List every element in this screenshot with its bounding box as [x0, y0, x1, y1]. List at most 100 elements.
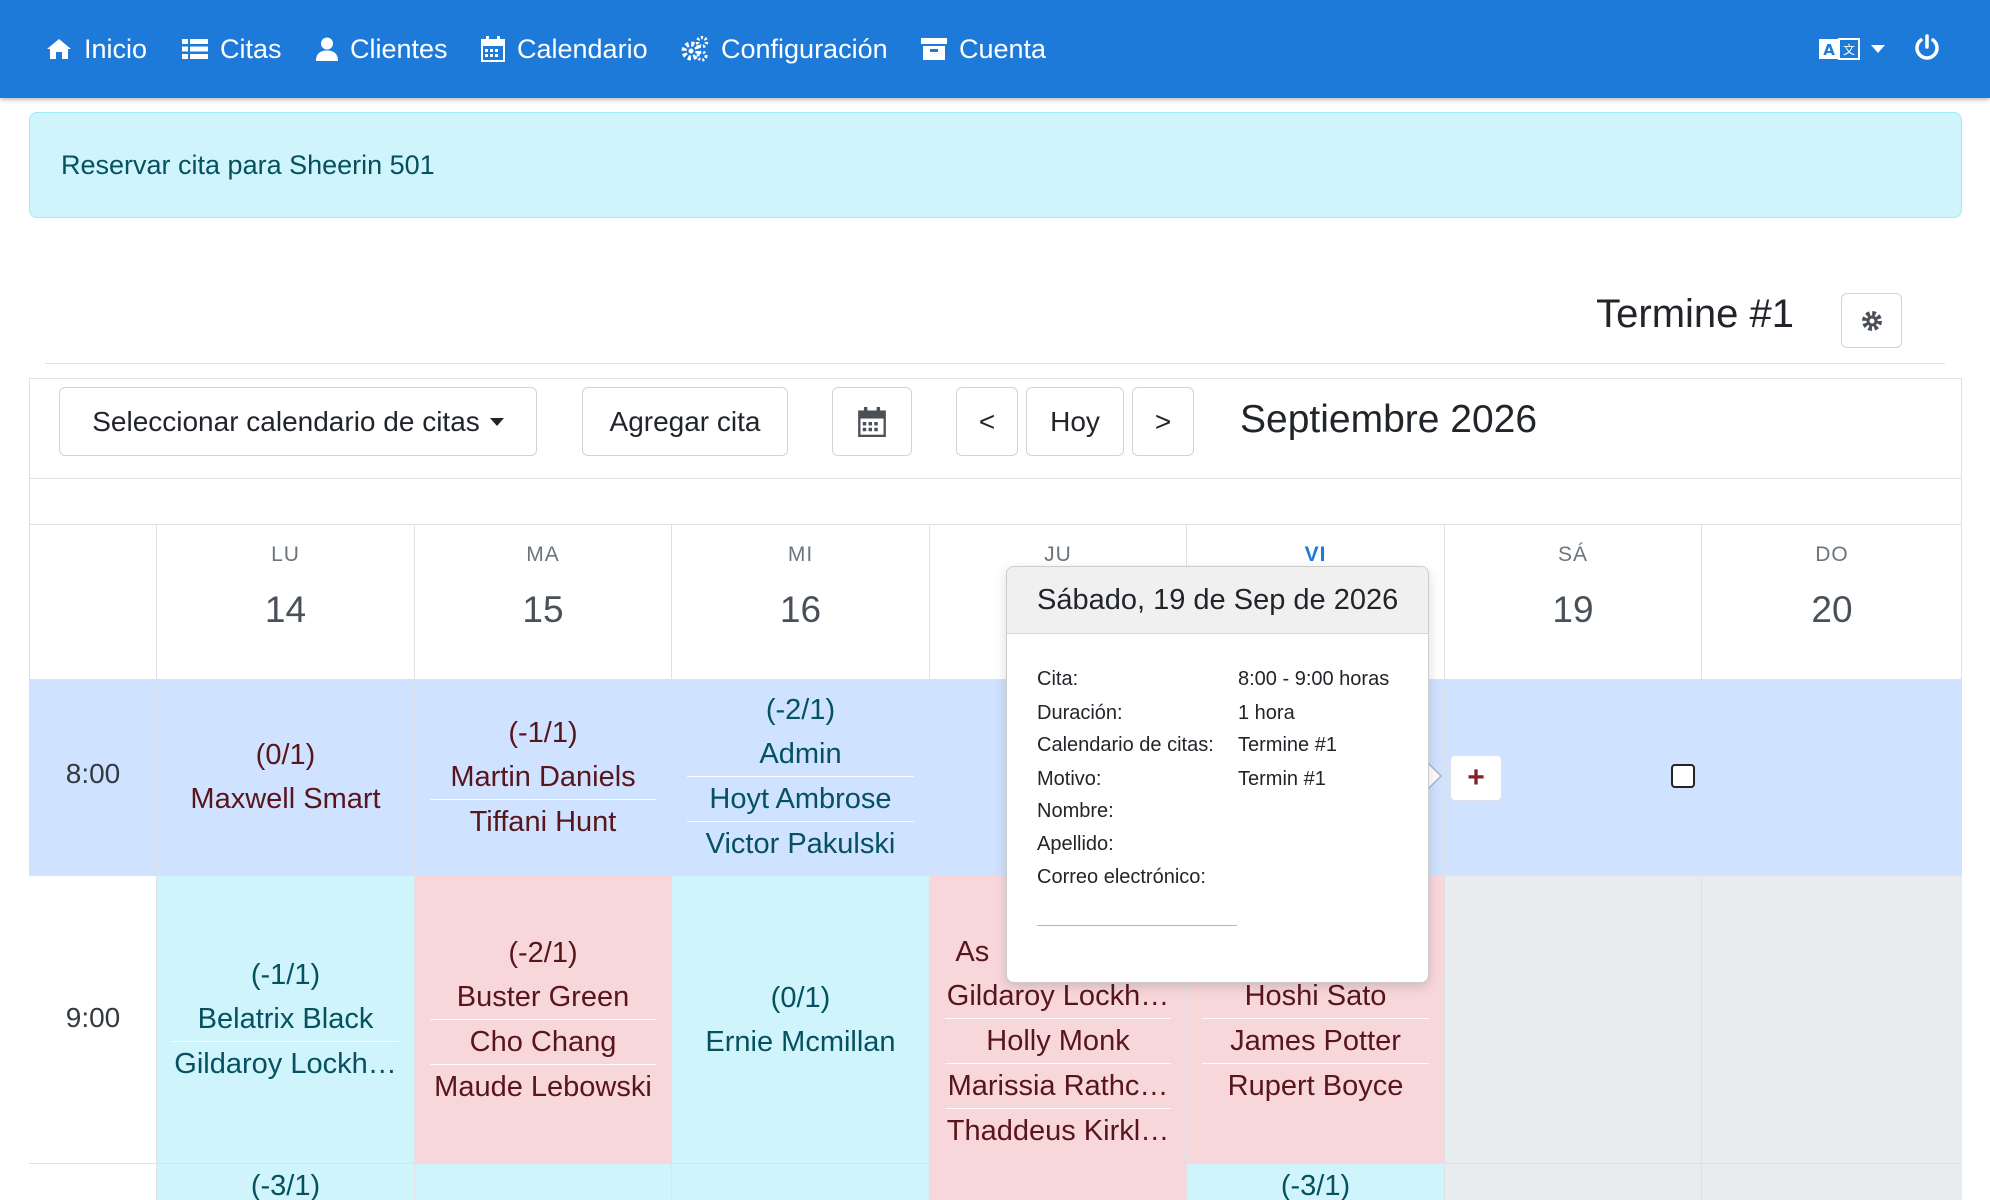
user-icon: [316, 37, 338, 61]
appointment-name[interactable]: Buster Green: [430, 975, 655, 1019]
archive-icon: [921, 38, 947, 60]
slot-lu-10[interactable]: (-3/1): [157, 1164, 415, 1200]
power-icon: [1915, 34, 1939, 60]
popover-label-cita: Cita:: [1037, 668, 1079, 690]
day-header-lu[interactable]: LU 14: [157, 525, 415, 679]
appointment-popover: Sábado, 19 de Sep de 2026 Cita: 8:00 - 9…: [1006, 566, 1429, 983]
chevron-down-icon: [489, 417, 504, 426]
appointment-name[interactable]: Hoyt Ambrose: [687, 776, 914, 821]
slot-ju-10[interactable]: [930, 1164, 1187, 1200]
appointment-name[interactable]: Cho Chang: [430, 1018, 656, 1064]
slot-ma-9[interactable]: (-2/1) Buster Green Cho Chang Maude Lebo…: [415, 876, 672, 1163]
appointment-name[interactable]: Tiffani Hunt: [430, 798, 656, 844]
calendar-title: Termine #1: [1596, 292, 1794, 336]
slot-do-8[interactable]: [1702, 679, 1962, 875]
day-header-dow: JU: [1044, 543, 1072, 566]
add-appointment-button[interactable]: Agregar cita: [582, 387, 788, 456]
slot-mi-8[interactable]: (-2/1) Admin Hoyt Ambrose Victor Pakulsk…: [672, 679, 930, 875]
time-slot-cell: [29, 1164, 157, 1200]
slot-vi-10[interactable]: (-3/1): [1187, 1164, 1445, 1200]
nav-calendario-label: Calendario: [517, 33, 648, 64]
prev-button[interactable]: <: [956, 387, 1018, 456]
language-dropdown[interactable]: A文: [1819, 36, 1885, 62]
slot-count: (0/1): [255, 739, 316, 771]
appointment-name[interactable]: Maxwell Smart: [172, 777, 398, 821]
list-icon: [182, 39, 208, 59]
day-header-num: 16: [779, 589, 822, 630]
slot-ma-10[interactable]: [415, 1164, 672, 1200]
prev-label: <: [978, 405, 996, 437]
nav-clientes[interactable]: Clientes: [316, 0, 448, 98]
slot-count: (-1/1): [250, 959, 321, 991]
slot-do-9: [1702, 876, 1962, 1163]
appointment-name[interactable]: Maude Lebowski: [430, 1063, 656, 1109]
popover-value-calendario: Termine #1: [1238, 734, 1337, 756]
nav-cuenta[interactable]: Cuenta: [921, 0, 1046, 98]
slot-checkbox[interactable]: [1671, 764, 1695, 788]
slot-ma-8[interactable]: (-1/1) Martin Daniels Tiffani Hunt: [415, 679, 672, 875]
next-button[interactable]: >: [1132, 387, 1194, 456]
divider: [45, 363, 1945, 364]
gear-icon: [1861, 310, 1882, 331]
day-header-sa[interactable]: SÁ 19: [1445, 525, 1702, 679]
day-header-do[interactable]: DO 20: [1702, 525, 1962, 679]
appointment-name[interactable]: Thaddeus Kirkl…: [945, 1108, 1171, 1153]
slot-mi-10[interactable]: [672, 1164, 930, 1200]
popover-label-motivo: Motivo:: [1037, 768, 1102, 790]
slot-count: (0/1): [770, 981, 831, 1014]
popover-value-cita: 8:00 - 9:00 horas: [1238, 668, 1390, 690]
nav-clientes-label: Clientes: [350, 33, 448, 64]
nav-configuracion[interactable]: Configuración: [681, 0, 888, 98]
popover-label-apellido: Apellido:: [1037, 833, 1114, 855]
nav-inicio-label: Inicio: [84, 33, 148, 64]
appointment-name[interactable]: Admin: [687, 732, 913, 776]
month-label: Septiembre 2026: [1240, 398, 1538, 441]
appointment-name[interactable]: Gildaroy Lockh…: [172, 1041, 399, 1086]
all-day-row: [29, 478, 1962, 525]
slot-do-10: [1702, 1164, 1962, 1200]
nav-citas[interactable]: Citas: [182, 0, 282, 98]
popover-label-correo: Correo electrónico:: [1037, 866, 1206, 888]
select-calendar-label: Seleccionar calendario de citas: [92, 405, 480, 437]
popover-label-nombre: Nombre:: [1037, 800, 1114, 822]
add-appointment-label: Agregar cita: [609, 405, 761, 437]
day-header-dow: VI: [1304, 543, 1327, 566]
day-header-num: 15: [522, 589, 564, 630]
slot-lu-8[interactable]: (0/1) Maxwell Smart: [157, 679, 415, 875]
appointment-name[interactable]: James Potter: [1202, 1018, 1429, 1063]
select-calendar-dropdown[interactable]: Seleccionar calendario de citas: [59, 387, 537, 456]
today-label: Hoy: [1050, 405, 1100, 437]
day-header-dow: MA: [526, 543, 560, 566]
slot-lu-9[interactable]: (-1/1) Belatrix Black Gildaroy Lockh…: [157, 876, 415, 1163]
slot-count: (-3/1): [1280, 1170, 1351, 1200]
nav-calendario[interactable]: Calendario: [481, 0, 648, 98]
appointment-name[interactable]: Marissia Rathc…: [945, 1063, 1171, 1108]
day-header-num: 19: [1552, 589, 1594, 630]
day-header-dow: DO: [1815, 543, 1849, 566]
day-header-ma[interactable]: MA 15: [415, 525, 672, 679]
appointment-name[interactable]: Belatrix Black: [172, 997, 398, 1041]
nav-cuenta-label: Cuenta: [959, 33, 1047, 64]
nav-inicio[interactable]: Inicio: [46, 0, 147, 98]
home-icon: [47, 39, 71, 59]
appointment-name[interactable]: Martin Daniels: [430, 755, 655, 799]
date-picker-button[interactable]: [832, 387, 912, 456]
slot-count: (-2/1): [765, 694, 836, 726]
logout-button[interactable]: [1914, 34, 1940, 67]
slot-sa-9: [1445, 876, 1702, 1163]
calendar-icon: [858, 406, 886, 437]
appointment-name[interactable]: Holly Monk: [945, 1018, 1171, 1063]
today-button[interactable]: Hoy: [1026, 387, 1124, 456]
day-header-mi[interactable]: MI 16: [672, 525, 930, 679]
svg-text:文: 文: [1843, 42, 1855, 57]
appointment-name[interactable]: Rupert Boyce: [1202, 1063, 1429, 1108]
add-slot-button[interactable]: +: [1450, 755, 1502, 801]
popover-label-calendario: Calendario de citas:: [1037, 734, 1214, 756]
popover-divider: [1037, 925, 1237, 926]
appointment-name[interactable]: Victor Pakulski: [687, 821, 914, 866]
slot-mi-9[interactable]: (0/1) Ernie Mcmillan: [672, 876, 930, 1163]
day-header-dow: LU: [271, 543, 300, 566]
calendar-settings-button[interactable]: [1841, 293, 1902, 348]
time-label-8: 8:00: [65, 758, 121, 789]
appointment-name[interactable]: Ernie Mcmillan: [687, 1020, 913, 1064]
